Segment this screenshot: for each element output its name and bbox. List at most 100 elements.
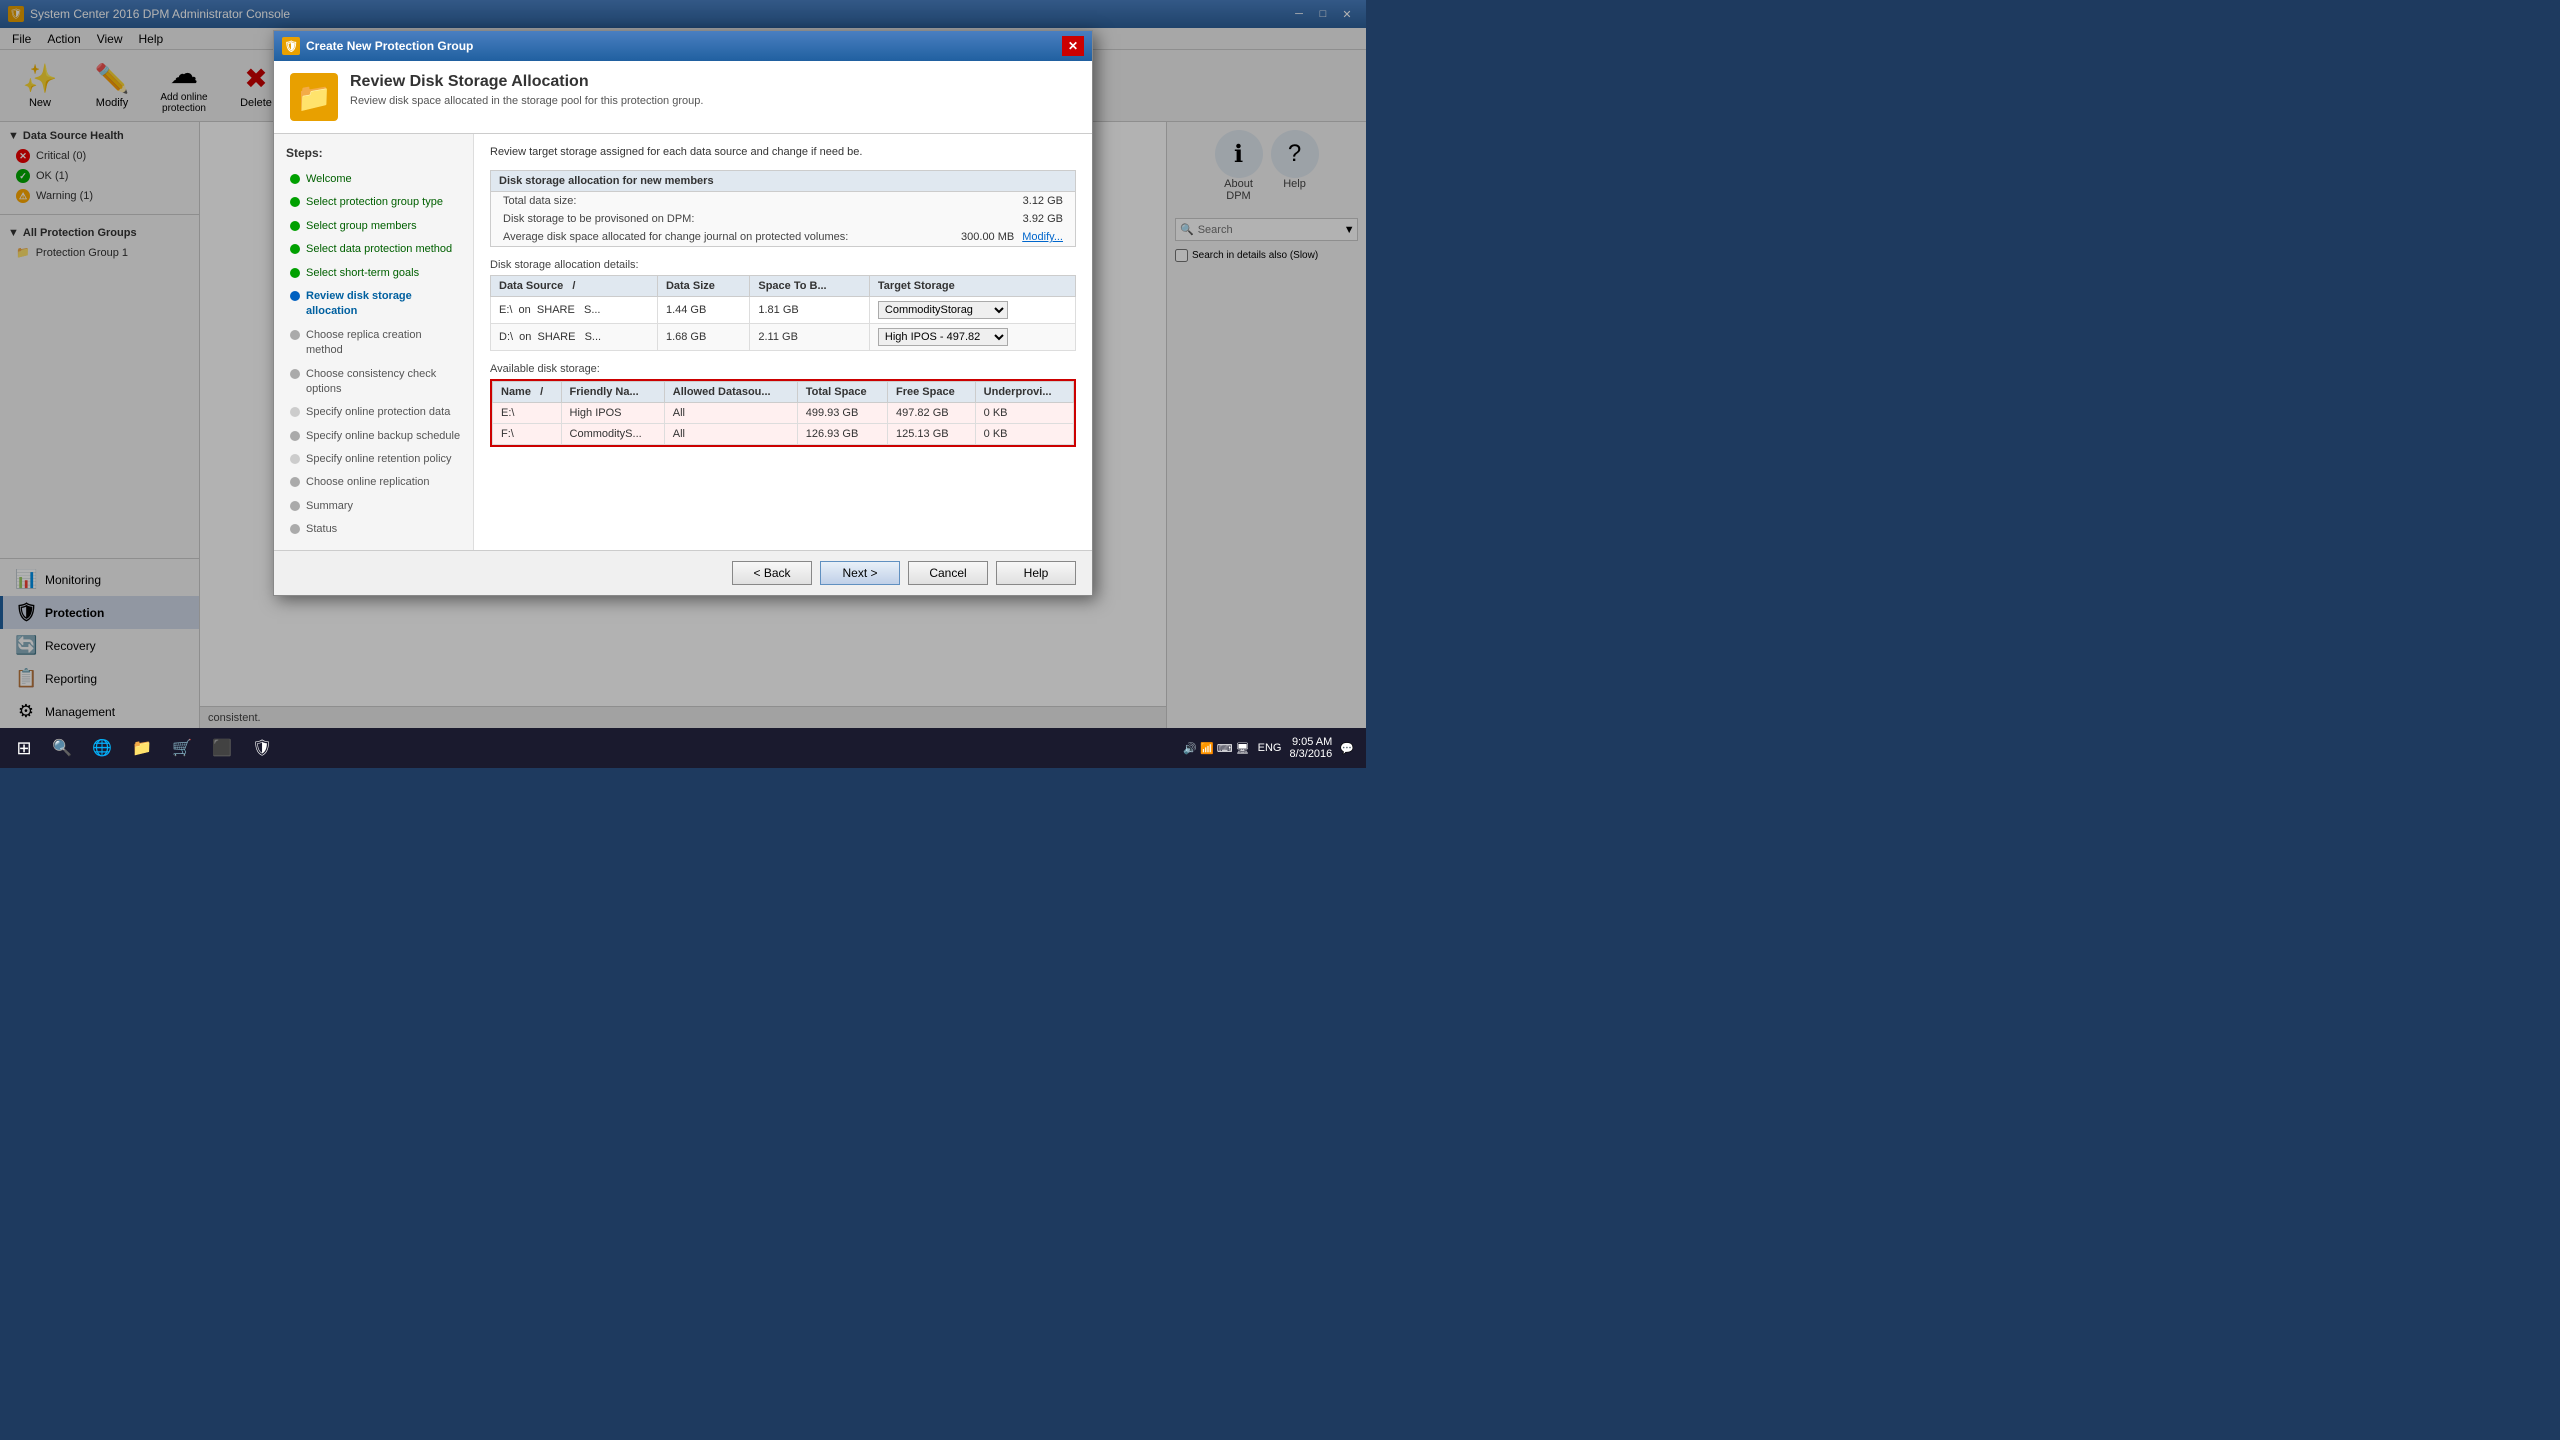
dialog-content: Review target storage assigned for each … [474,134,1092,550]
allocation-box-title: Disk storage allocation for new members [491,171,1075,192]
detail-row2-target: High IPOS - 497.82 CommodityStorag [869,324,1075,351]
detail-row1-size: 1.44 GB [657,297,749,324]
detail-row1-space: 1.81 GB [750,297,870,324]
avg-disk-value: 300.00 MB [961,231,1014,243]
avail-col-under: Underprovi... [975,382,1073,403]
available-section-label: Available disk storage: [490,363,1076,375]
avail-row1-friendly: High IPOS [561,403,664,424]
total-data-row: Total data size: 3.12 GB [491,192,1075,210]
next-button[interactable]: Next > [820,561,900,585]
dialog-body: Steps: Welcome Select protection group t… [274,134,1092,550]
total-data-label: Total data size: [503,195,576,207]
avail-col-total: Total Space [797,382,887,403]
dialog-header-description: Review disk space allocated in the stora… [350,95,703,107]
step-dot-short-term [290,268,300,278]
taskbar-edge-icon[interactable]: 🌐 [84,730,120,766]
system-icons: 🔊 📶 ⌨ 🖥 [1183,742,1249,755]
avail-col-allowed: Allowed Datasou... [664,382,797,403]
avail-row2-free: 125.13 GB [888,424,976,445]
dialog-title-bar: 🛡 Create New Protection Group ✕ [274,31,1092,61]
dialog-title-icon: 🛡 [282,37,300,55]
step-dot-consistency [290,369,300,379]
step-dot-online-protection [290,407,300,417]
detail-row2-space: 2.11 GB [750,324,870,351]
dialog-header-text: Review Disk Storage Allocation Review di… [350,73,703,107]
language-indicator: ENG [1258,742,1282,754]
avail-row2-under: 0 KB [975,424,1073,445]
step-disk-storage: Review disk storage allocation [274,285,473,324]
notification-icon[interactable]: 💬 [1340,742,1354,755]
step-summary: Summary [274,495,473,518]
step-protection-type: Select protection group type [274,191,473,214]
start-button[interactable]: ⊞ [4,728,44,768]
avail-row1-name: E:\ [493,403,562,424]
dialog-header-icon: 📁 [290,73,338,121]
col-data-size: Data Size [657,276,749,297]
step-dot-retention [290,454,300,464]
target-storage-select-2[interactable]: High IPOS - 497.82 CommodityStorag [878,328,1008,346]
avail-col-name: Name / [493,382,562,403]
avail-row2-name: F:\ [493,424,562,445]
step-dot-protection-type [290,197,300,207]
dialog-header-title: Review Disk Storage Allocation [350,73,703,91]
detail-section-label: Disk storage allocation details: [490,259,1076,271]
steps-title: Steps: [274,142,473,168]
allocation-box: Disk storage allocation for new members … [490,170,1076,247]
avail-col-friendly: Friendly Na... [561,382,664,403]
step-welcome: Welcome [274,168,473,191]
modify-link[interactable]: Modify... [1022,231,1063,243]
table-row: E:\ on SHARE S... 1.44 GB 1.81 GB Commod… [491,297,1076,324]
disk-storage-value: 3.92 GB [1023,213,1063,225]
taskbar-store-icon[interactable]: 🛒 [164,730,200,766]
avail-row1-allowed: All [664,403,797,424]
info-text: Review target storage assigned for each … [490,146,1076,158]
help-button[interactable]: Help [996,561,1076,585]
taskbar-clock: 9:05 AM 8/3/2016 [1289,736,1332,760]
steps-panel: Steps: Welcome Select protection group t… [274,134,474,550]
step-dot-replica [290,330,300,340]
taskbar: ⊞ 🔍 🌐 📁 🛒 ⬛ 🛡 🔊 📶 ⌨ 🖥 ENG 9:05 AM 8/3/20… [0,728,1366,768]
step-dot-welcome [290,174,300,184]
available-table-wrapper: Name / Friendly Na... Allowed Datasou...… [490,379,1076,447]
back-button[interactable]: < Back [732,561,812,585]
modal-overlay: 🛡 Create New Protection Group ✕ 📁 Review… [0,0,1366,768]
taskbar-explorer-icon[interactable]: 📁 [124,730,160,766]
step-dot-online-backup [290,431,300,441]
step-consistency-check: Choose consistency check options [274,363,473,402]
step-retention-policy: Specify online retention policy [274,448,473,471]
dialog-title: Create New Protection Group [306,39,473,53]
target-storage-select-1[interactable]: CommodityStorag High IPOS - 497.82 [878,301,1008,319]
step-data-protection: Select data protection method [274,238,473,261]
taskbar-powershell-icon[interactable]: ⬛ [204,730,240,766]
table-row: E:\ High IPOS All 499.93 GB 497.82 GB 0 … [493,403,1074,424]
step-replica-creation: Choose replica creation method [274,324,473,363]
avail-row1-free: 497.82 GB [888,403,976,424]
dialog-footer: < Back Next > Cancel Help [274,550,1092,595]
step-dot-online-rep [290,477,300,487]
avg-disk-row: Average disk space allocated for change … [491,228,1075,246]
detail-row1-source: E:\ on SHARE S... [491,297,658,324]
create-protection-group-dialog: 🛡 Create New Protection Group ✕ 📁 Review… [273,30,1093,596]
avail-col-free: Free Space [888,382,976,403]
dialog-close-button[interactable]: ✕ [1062,36,1084,56]
taskbar-dpm-icon[interactable]: 🛡 [244,730,280,766]
detail-row2-source: D:\ on SHARE S... [491,324,658,351]
avg-disk-label: Average disk space allocated for change … [503,231,848,243]
taskbar-search-button[interactable]: 🔍 [44,730,80,766]
step-online-backup: Specify online backup schedule [274,425,473,448]
step-dot-group-members [290,221,300,231]
col-data-source: Data Source / [491,276,658,297]
step-group-members: Select group members [274,215,473,238]
avail-row1-under: 0 KB [975,403,1073,424]
step-online-protection: Specify online protection data [274,401,473,424]
step-dot-data-protection [290,244,300,254]
table-row: F:\ CommodityS... All 126.93 GB 125.13 G… [493,424,1074,445]
cancel-button[interactable]: Cancel [908,561,988,585]
detail-row2-size: 1.68 GB [657,324,749,351]
step-online-replication: Choose online replication [274,471,473,494]
step-dot-status [290,524,300,534]
total-data-value: 3.12 GB [1023,195,1063,207]
table-row: D:\ on SHARE S... 1.68 GB 2.11 GB High I… [491,324,1076,351]
dialog-header: 📁 Review Disk Storage Allocation Review … [274,61,1092,134]
taskbar-right: 🔊 📶 ⌨ 🖥 ENG 9:05 AM 8/3/2016 💬 [1183,736,1362,760]
